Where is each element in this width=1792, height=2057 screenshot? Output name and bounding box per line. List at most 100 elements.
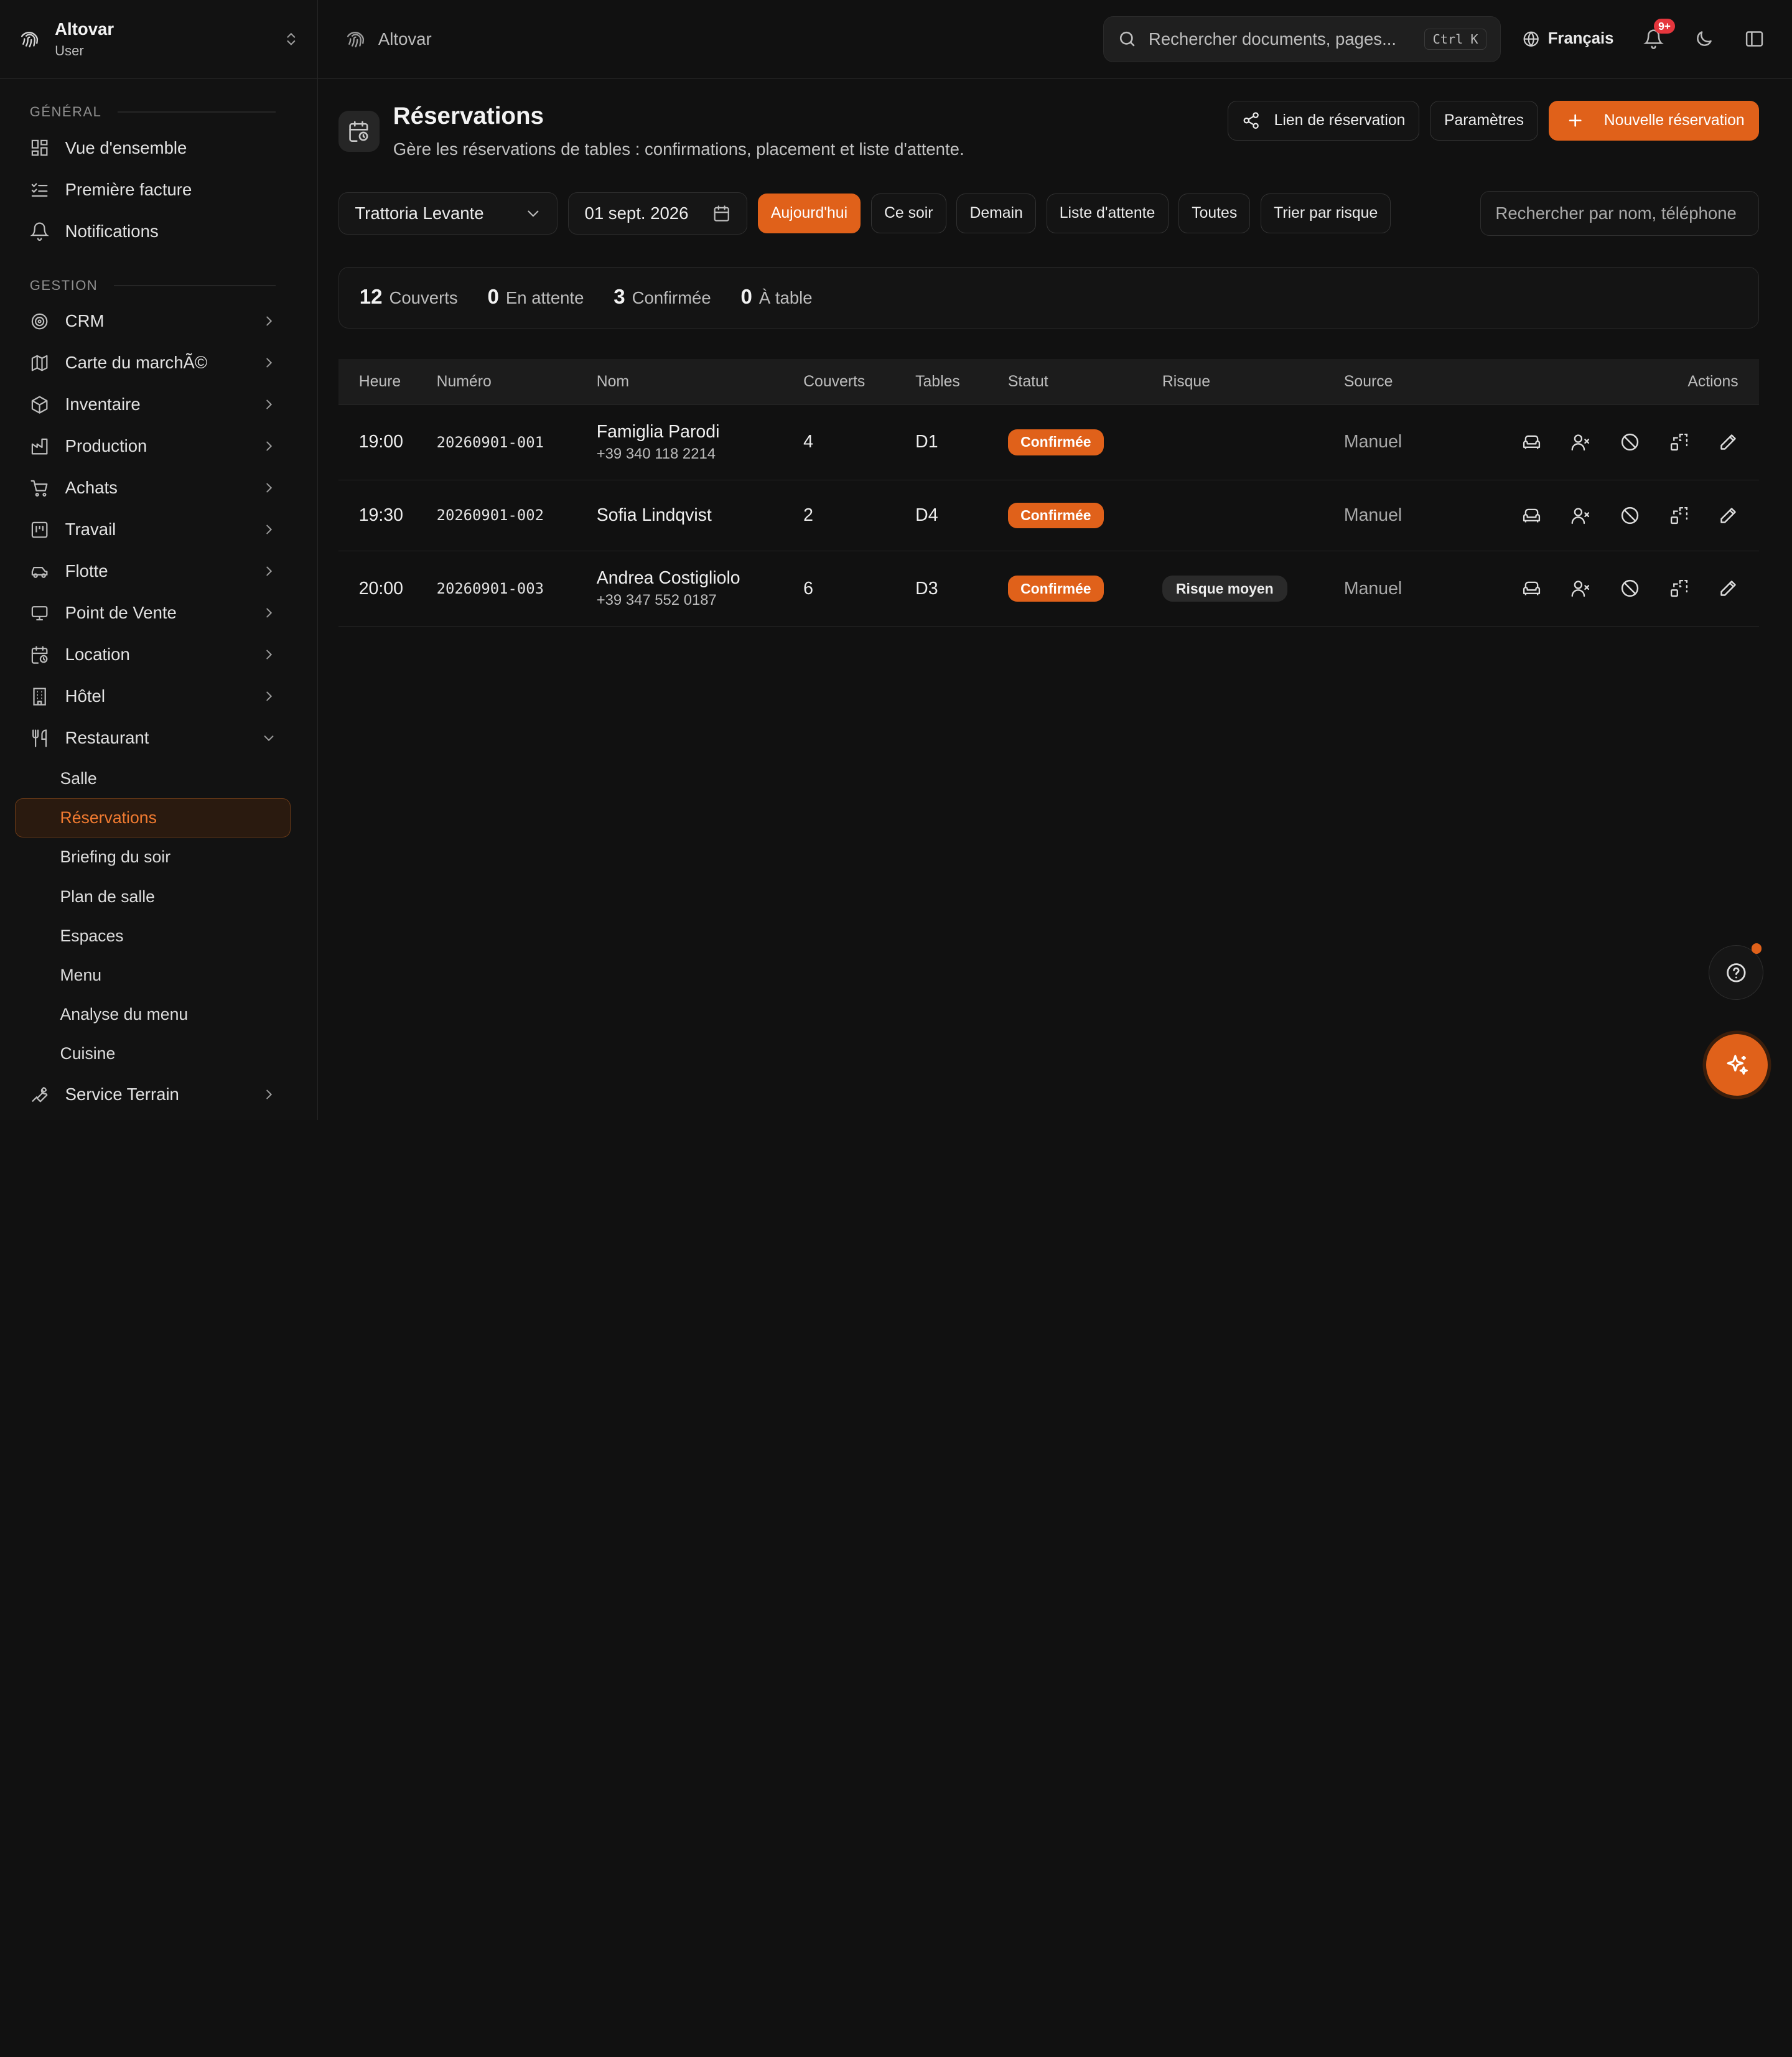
sidebar-subitem-briefing[interactable]: Briefing du soir bbox=[15, 837, 291, 877]
cancel-icon[interactable] bbox=[1620, 578, 1640, 599]
sidebar-item-production[interactable]: Production bbox=[0, 426, 317, 467]
sidebar-subitem-floor-plan[interactable]: Plan de salle bbox=[15, 877, 291, 917]
table-row[interactable]: 20:00 20260901-003 Andrea Costigliolo +3… bbox=[338, 551, 1759, 627]
no-show-icon[interactable] bbox=[1570, 578, 1591, 599]
sidebar-item-first-invoice[interactable]: Première facture bbox=[0, 169, 317, 210]
cell-table: D4 bbox=[915, 505, 938, 525]
bell-icon bbox=[30, 222, 49, 241]
sidebar-item-label: Restaurant bbox=[65, 728, 149, 748]
seat-icon[interactable] bbox=[1521, 578, 1542, 599]
moon-icon[interactable] bbox=[1694, 29, 1714, 49]
table-row[interactable]: 19:30 20260901-002 Sofia Lindqvist 2 D4 … bbox=[338, 480, 1759, 551]
workspace-switcher[interactable]: Altovar User bbox=[0, 0, 317, 79]
date-picker[interactable]: 01 sept. 2026 bbox=[567, 192, 748, 235]
sidebar-item-market-map[interactable]: Carte du marchÃ© bbox=[0, 342, 317, 384]
new-booking-button[interactable]: Nouvelle réservation bbox=[1548, 100, 1759, 141]
page-subtitle: Gère les réservations de tables : confir… bbox=[393, 139, 964, 159]
filter-chip-all[interactable]: Toutes bbox=[1178, 194, 1251, 234]
sidebar-item-label: Service Terrain bbox=[65, 1084, 179, 1104]
cancel-icon[interactable] bbox=[1620, 505, 1640, 526]
sidebar-item-purchases[interactable]: Achats bbox=[0, 467, 317, 509]
stat-label: En attente bbox=[505, 288, 584, 308]
column-header-number[interactable]: Numéro bbox=[437, 373, 597, 391]
sidebar-item-field-service[interactable]: Service Terrain bbox=[0, 1073, 317, 1115]
seat-icon[interactable] bbox=[1521, 505, 1542, 526]
sidebar-toggle-icon[interactable] bbox=[1744, 29, 1765, 49]
column-header-risk[interactable]: Risque bbox=[1162, 373, 1344, 391]
sidebar-item-overview[interactable]: Vue d'ensemble bbox=[0, 127, 317, 169]
filter-chip-tonight[interactable]: Ce soir bbox=[870, 194, 946, 234]
edit-icon[interactable] bbox=[1718, 432, 1738, 452]
status-badge: Confirmée bbox=[1007, 576, 1104, 602]
sidebar-item-label: Location bbox=[65, 645, 130, 665]
column-header-name[interactable]: Nom bbox=[597, 373, 803, 391]
move-table-icon[interactable] bbox=[1669, 432, 1689, 452]
sidebar-item-inventory[interactable]: Inventaire bbox=[0, 384, 317, 426]
cell-number: 20260901-003 bbox=[436, 580, 544, 597]
sidebar-item-label: Travail bbox=[65, 520, 116, 539]
column-header-time[interactable]: Heure bbox=[338, 373, 437, 391]
cell-covers: 2 bbox=[803, 505, 813, 525]
filter-chip-tomorrow[interactable]: Demain bbox=[956, 194, 1037, 234]
cart-icon bbox=[30, 478, 49, 498]
sidebar-item-crm[interactable]: CRM bbox=[0, 301, 317, 342]
stat-confirmed: 3 Confirmée bbox=[614, 286, 711, 309]
sidebar-item-fleet[interactable]: Flotte bbox=[0, 551, 317, 592]
stat-value: 12 bbox=[359, 286, 383, 309]
restaurant-select[interactable]: Trattoria Levante bbox=[338, 192, 558, 235]
breadcrumb[interactable]: Altovar bbox=[345, 29, 432, 49]
cell-phone: +39 347 552 0187 bbox=[596, 592, 717, 609]
workspace-name: Altovar bbox=[55, 19, 114, 39]
filter-chip-waitlist[interactable]: Liste d'attente bbox=[1046, 194, 1169, 234]
sort-by-risk-button[interactable]: Trier par risque bbox=[1260, 194, 1391, 234]
sidebar-subitem-salle[interactable]: Salle bbox=[15, 759, 291, 798]
booking-link-button[interactable]: Lien de réservation bbox=[1228, 100, 1420, 141]
column-header-covers[interactable]: Couverts bbox=[803, 373, 915, 391]
page-title: Réservations bbox=[393, 103, 544, 130]
edit-icon[interactable] bbox=[1718, 505, 1738, 526]
bell-icon[interactable]: 9+ bbox=[1643, 18, 1676, 50]
search-shortcut: Ctrl K bbox=[1424, 29, 1487, 50]
reservation-search-input[interactable]: Rechercher par nom, téléphone bbox=[1480, 191, 1759, 236]
sidebar-item-hotel[interactable]: Hôtel bbox=[0, 676, 317, 717]
column-header-status[interactable]: Statut bbox=[1008, 373, 1162, 391]
no-show-icon[interactable] bbox=[1570, 432, 1591, 452]
table-header: Heure Numéro Nom Couverts Tables Statut … bbox=[338, 359, 1759, 405]
sidebar-subitem-kitchen[interactable]: Cuisine bbox=[15, 1034, 291, 1073]
sidebar-item-work[interactable]: Travail bbox=[0, 509, 317, 551]
sidebar-subitem-spaces[interactable]: Espaces bbox=[15, 917, 291, 956]
fingerprint-icon bbox=[345, 29, 366, 49]
chevron-right-icon bbox=[262, 398, 276, 411]
sidebar-item-label: Inventaire bbox=[65, 394, 141, 414]
seat-icon[interactable] bbox=[1521, 432, 1542, 452]
cell-number: 20260901-002 bbox=[436, 506, 544, 525]
column-header-source[interactable]: Source bbox=[1344, 373, 1481, 391]
column-header-tables[interactable]: Tables bbox=[915, 373, 1008, 391]
table-row[interactable]: 19:00 20260901-001 Famiglia Parodi +39 3… bbox=[338, 405, 1759, 481]
language-switcher[interactable]: Français bbox=[1522, 30, 1613, 48]
sidebar-item-label: CRM bbox=[65, 311, 105, 331]
checklist-icon bbox=[30, 180, 49, 199]
cancel-icon[interactable] bbox=[1620, 432, 1640, 452]
global-search-input[interactable]: Rechercher documents, pages... Ctrl K bbox=[1103, 16, 1501, 62]
filter-chip-today[interactable]: Aujourd'hui bbox=[757, 194, 861, 234]
edit-icon[interactable] bbox=[1718, 578, 1738, 599]
cell-number: 20260901-001 bbox=[436, 433, 544, 451]
settings-button[interactable]: Paramètres bbox=[1429, 100, 1539, 141]
car-icon bbox=[30, 562, 49, 581]
sidebar-item-label: Vue d'ensemble bbox=[65, 138, 187, 157]
sidebar-subitem-menu-analysis[interactable]: Analyse du menu bbox=[15, 995, 291, 1034]
sidebar-subitem-menu[interactable]: Menu bbox=[15, 956, 291, 995]
ai-assistant-button[interactable] bbox=[1706, 1034, 1768, 1096]
sidebar-subitem-reservations[interactable]: Réservations bbox=[14, 798, 291, 838]
sidebar-item-restaurant[interactable]: Restaurant bbox=[0, 717, 317, 759]
move-table-icon[interactable] bbox=[1669, 505, 1689, 526]
no-show-icon[interactable] bbox=[1570, 505, 1591, 526]
sidebar-item-rental[interactable]: Location bbox=[0, 634, 317, 676]
sidebar-item-point-of-sale[interactable]: Point de Vente bbox=[0, 592, 317, 634]
move-table-icon[interactable] bbox=[1669, 578, 1689, 599]
sidebar-item-notifications[interactable]: Notifications bbox=[0, 210, 317, 252]
help-button[interactable] bbox=[1708, 943, 1764, 1001]
stat-seated: 0 À table bbox=[740, 286, 812, 309]
stat-value: 0 bbox=[740, 286, 752, 309]
